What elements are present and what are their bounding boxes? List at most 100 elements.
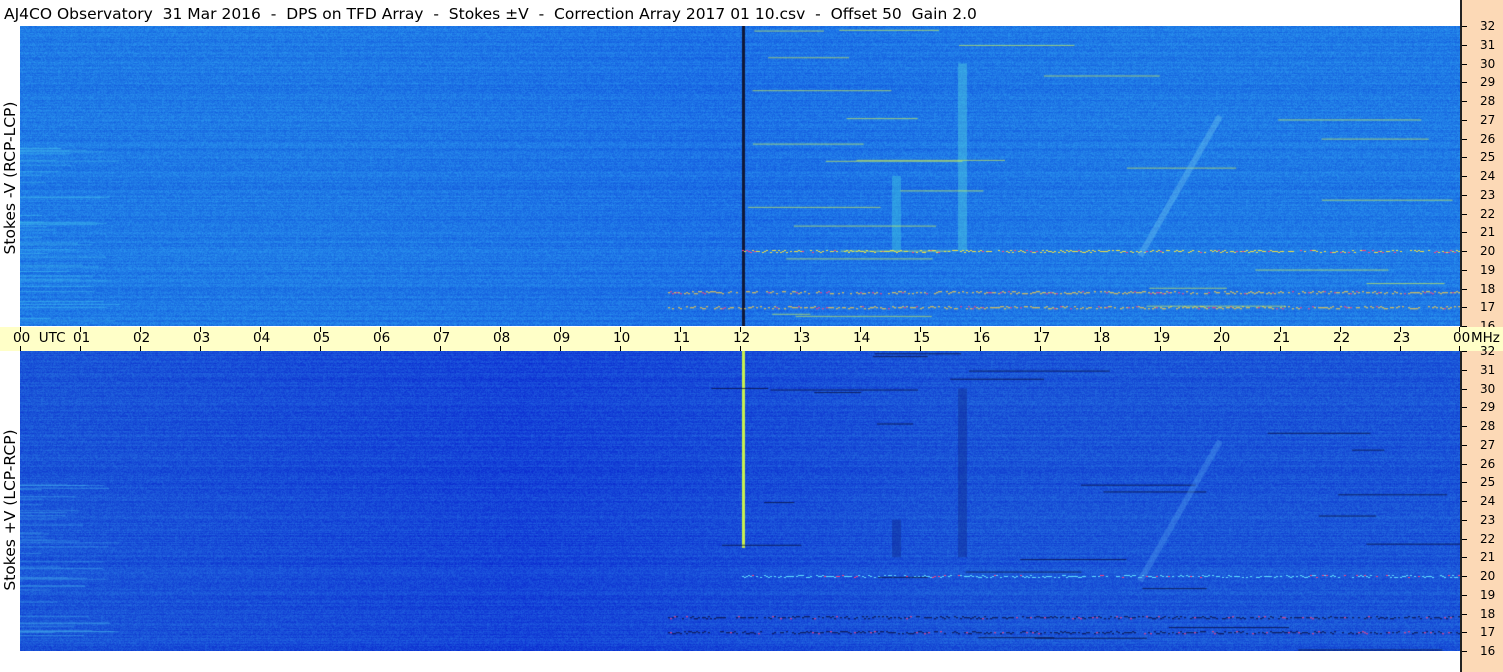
time-tick (620, 327, 621, 332)
bottom-panel-ylabel: Stokes +V (LCP-RCP) (1, 429, 19, 591)
time-tick (80, 327, 81, 332)
time-tick (1160, 327, 1161, 332)
time-tick (500, 327, 501, 332)
time-tick (1220, 327, 1221, 332)
time-label: 16 (973, 330, 991, 346)
time-label: 08 (493, 330, 511, 346)
freq-tick (1462, 232, 1467, 234)
top-spectrogram (20, 26, 1460, 326)
freq-tick-label: 18 (1480, 606, 1496, 621)
freq-tick (1462, 576, 1467, 577)
time-label: 09 (553, 330, 571, 346)
freq-tick (1462, 288, 1467, 290)
time-tick (320, 327, 321, 332)
freq-tick-label: 27 (1480, 437, 1496, 452)
freq-tick (1462, 63, 1467, 65)
freq-tick (1462, 213, 1467, 215)
time-label: 10 (613, 330, 631, 346)
time-label: 21 (1273, 330, 1291, 346)
time-tick (800, 327, 801, 332)
utc-time-axis: 00 UTC 01 02 03 04 05 06 07 08 09 10 11 12 13 14 15 16 17… (0, 327, 1503, 351)
time-label: 05 (313, 330, 331, 346)
freq-tick-label: 32 (1480, 344, 1496, 358)
top-panel-ylabel: Stokes -V (RCP-LCP) (1, 101, 19, 255)
freq-unit-label: MHz (1471, 330, 1500, 346)
time-label: 14 (853, 330, 871, 346)
freq-tick-label: 25 (1480, 475, 1496, 490)
bottom-heatmap-canvas (20, 351, 1460, 651)
time-tick (1340, 327, 1341, 332)
freq-tick-label: 28 (1480, 94, 1496, 108)
time-tick (1100, 327, 1101, 332)
freq-tick-label: 19 (1480, 587, 1496, 602)
top-freq-axis: 32 31 30 29 28 27 26 25 24 23 22 21 20 19 18 17 16 (1462, 0, 1503, 332)
freq-tick (1462, 407, 1467, 409)
time-label: 22 (1333, 330, 1351, 346)
freq-tick-label: 20 (1480, 244, 1496, 258)
freq-tick-label: 29 (1480, 75, 1496, 90)
freq-tick (1462, 613, 1467, 615)
time-tick (1459, 327, 1460, 332)
time-tick (380, 327, 381, 332)
freq-tick-label: 31 (1480, 37, 1496, 52)
freq-tick-label: 26 (1480, 131, 1496, 146)
freq-tick (1462, 594, 1467, 596)
freq-tick-label: 17 (1480, 625, 1496, 640)
freq-tick (1462, 444, 1467, 446)
freq-tick (1462, 269, 1467, 271)
freq-tick-label: 24 (1480, 169, 1496, 183)
freq-tick-label: 24 (1480, 494, 1496, 508)
freq-tick (1462, 251, 1467, 252)
time-label: 03 (193, 330, 211, 346)
time-tick (920, 327, 921, 332)
freq-tick-label: 22 (1480, 531, 1496, 546)
time-tick (260, 327, 261, 332)
time-label: 11 (673, 330, 691, 346)
time-tick (1280, 327, 1281, 332)
freq-tick (1462, 157, 1467, 159)
time-tick (980, 327, 981, 332)
freq-tick (1462, 651, 1467, 652)
freq-tick (1462, 351, 1467, 352)
freq-tick (1462, 482, 1467, 484)
freq-tick (1462, 138, 1467, 140)
freq-tick-label: 28 (1480, 419, 1496, 433)
freq-tick (1462, 307, 1467, 309)
freq-tick (1462, 44, 1467, 46)
freq-tick-label: 30 (1480, 381, 1496, 396)
freq-tick (1462, 632, 1467, 634)
freq-tick-label: 23 (1480, 187, 1496, 202)
time-tick (740, 327, 741, 332)
freq-tick-label: 19 (1480, 262, 1496, 277)
freq-tick-label: 32 (1480, 19, 1496, 33)
freq-tick (1462, 369, 1467, 371)
time-label: 13 (793, 330, 811, 346)
time-label: 17 (1033, 330, 1051, 346)
freq-tick (1462, 26, 1467, 27)
time-tick (440, 327, 441, 332)
freq-tick (1462, 194, 1467, 196)
time-label: 02 (133, 330, 151, 346)
freq-tick-label: 25 (1480, 150, 1496, 165)
bottom-freq-axis: 32 31 30 29 28 27 26 25 24 23 22 21 20 19 18 17 16 (1462, 345, 1503, 672)
freq-tick-label: 20 (1480, 569, 1496, 583)
time-tick (1400, 327, 1401, 332)
freq-tick (1462, 101, 1467, 102)
time-label: 15 (913, 330, 931, 346)
freq-tick-label: 29 (1480, 400, 1496, 415)
time-label: 19 (1153, 330, 1171, 346)
time-label-start: 00 UTC (13, 330, 66, 346)
freq-tick-label: 26 (1480, 456, 1496, 471)
freq-tick (1462, 426, 1467, 427)
freq-tick (1462, 519, 1467, 521)
freq-tick (1462, 538, 1467, 540)
freq-tick (1462, 82, 1467, 84)
freq-tick (1462, 463, 1467, 465)
time-tick (1040, 327, 1041, 332)
time-label: 07 (433, 330, 451, 346)
freq-tick-label: 30 (1480, 56, 1496, 71)
bottom-spectrogram (20, 351, 1460, 651)
freq-tick (1462, 176, 1467, 177)
freq-tick-label: 17 (1480, 300, 1496, 315)
freq-tick-label: 23 (1480, 512, 1496, 527)
